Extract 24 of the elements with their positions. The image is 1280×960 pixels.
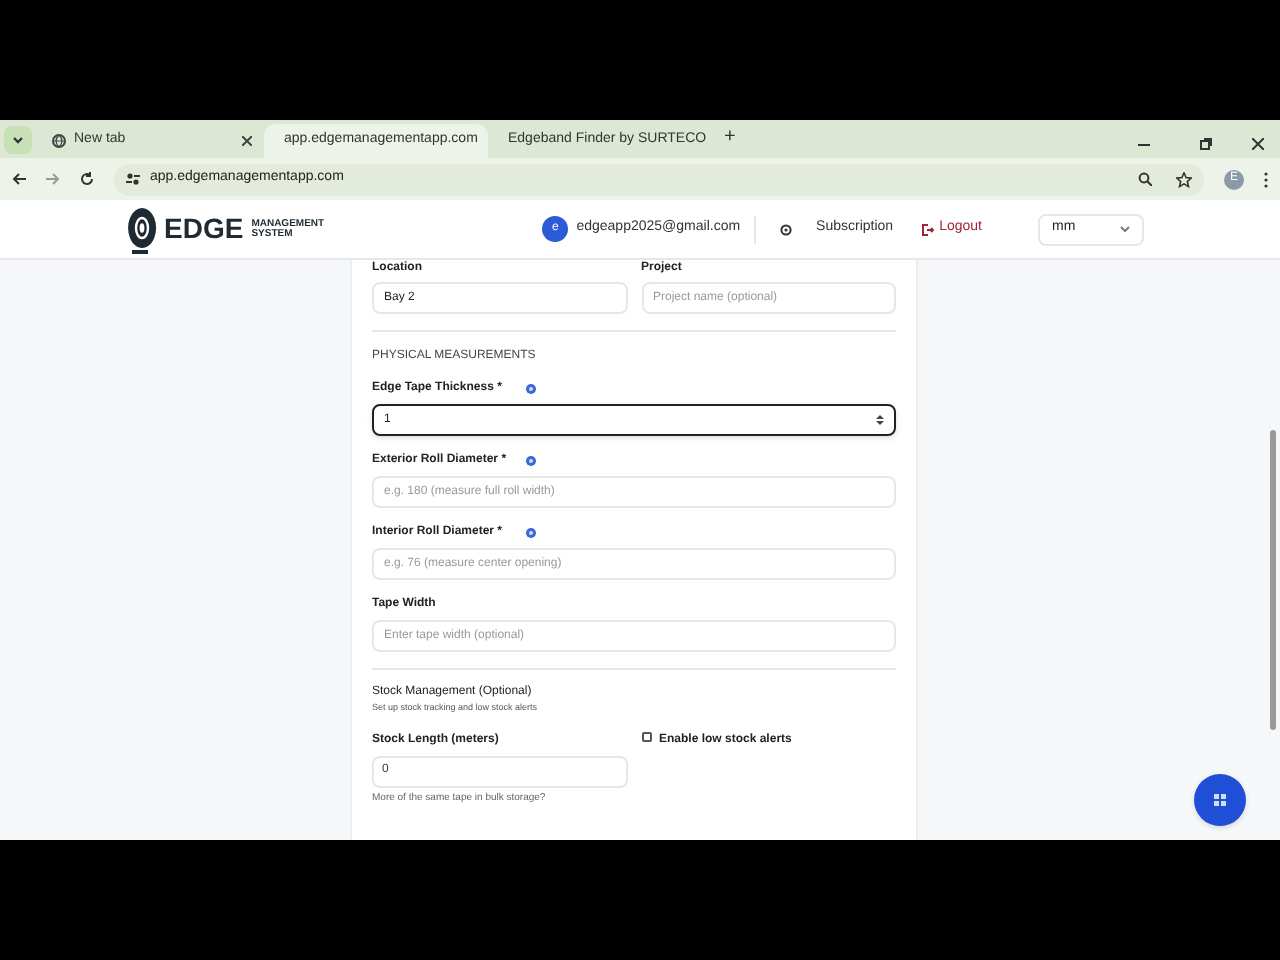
site-settings-icon[interactable]: [126, 172, 140, 186]
restore-icon[interactable]: [1200, 138, 1212, 150]
logout-icon: [921, 223, 934, 235]
chevron-down-icon: [1120, 226, 1130, 232]
settings-icon[interactable]: [780, 223, 793, 235]
close-icon[interactable]: [1252, 138, 1264, 150]
floating-action-button[interactable]: [1194, 774, 1246, 826]
close-icon[interactable]: [242, 136, 252, 146]
alert-checkbox[interactable]: [641, 732, 651, 743]
spinner-icon[interactable]: [876, 414, 884, 426]
globe-icon: [52, 134, 66, 148]
info-icon[interactable]: [526, 456, 536, 466]
tape-roll-icon: [126, 205, 158, 253]
bookmark-star-icon[interactable]: [1176, 171, 1192, 187]
chevron-down-icon: [12, 136, 24, 144]
new-tab-button[interactable]: +: [724, 122, 736, 152]
info-icon[interactable]: [526, 528, 536, 538]
grid-icon: [1214, 794, 1226, 806]
back-icon[interactable]: [12, 172, 26, 186]
zoom-icon[interactable]: [1138, 172, 1152, 186]
reload-icon[interactable]: [80, 172, 94, 186]
logo-text: EDGE: [164, 210, 244, 248]
info-icon[interactable]: [526, 384, 536, 394]
tab-list-button[interactable]: [4, 126, 32, 154]
